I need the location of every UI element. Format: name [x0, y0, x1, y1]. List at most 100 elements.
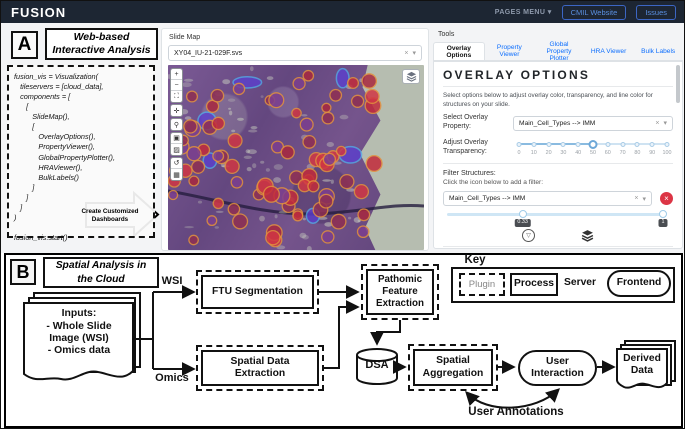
cmil-website-button[interactable]: CMIL Website [562, 5, 627, 20]
range-rail [447, 213, 663, 216]
transparency-handle[interactable] [589, 140, 598, 149]
slider-tick [546, 142, 551, 147]
key-server: Server [559, 276, 601, 291]
tab-overlay-options[interactable]: Overlay Options [433, 42, 485, 60]
pages-menu-dropdown[interactable]: PAGES MENU ▾ [495, 8, 552, 16]
omics-edge-label: Omics [147, 371, 197, 384]
slider-tick [517, 142, 522, 147]
filter-icons-row: ▽ [443, 229, 673, 242]
fusion-logo: FUSION [11, 5, 66, 20]
tab-global-property-plotter[interactable]: Global Property Plotter [534, 42, 584, 60]
pages-menu-label: PAGES MENU [495, 9, 546, 16]
map-layers-button[interactable] [402, 69, 420, 84]
caret-down-icon: ▾ [548, 9, 552, 16]
range-low-value: 0.33 [514, 219, 531, 226]
slider-tick-label: 30 [560, 150, 566, 156]
caret-down-icon[interactable]: ▾ [642, 195, 646, 203]
map-control-button[interactable]: ▦ [171, 169, 182, 180]
filter-structures-label: Filter Structures: [443, 168, 673, 177]
key-frontend: Frontend [607, 270, 671, 297]
overlay-property-label: Select Overlay Property: [443, 114, 513, 132]
slider-tick [620, 142, 625, 147]
panel-b-title: Spatial Analysis in the Cloud [43, 257, 159, 288]
user-annotations-label: User Annotations [436, 404, 596, 419]
slider-tick [665, 142, 670, 147]
slider-tick [650, 142, 655, 147]
scrollbar[interactable] [676, 65, 680, 103]
transparency-active-rail [519, 143, 593, 145]
slide-select-value: XY04_IU-21-029F.svs [174, 50, 404, 57]
inputs-node: Inputs: - Whole Slide Image (WSI) - Omic… [28, 306, 130, 360]
slide-select[interactable]: XY04_IU-21-029F.svs × ▾ [168, 45, 422, 61]
slider-tick [605, 142, 610, 147]
ftu-segmentation-node: FTU Segmentation [201, 275, 314, 309]
panel-a-badge: A [11, 31, 38, 59]
map-controls: +−⛶ ✛ ⚲ ▣▨ ↺▦ [171, 69, 182, 180]
tab-bulk-labels[interactable]: Bulk Labels [633, 42, 683, 60]
overlay-options-description: Select options below to adjust overlay c… [443, 91, 673, 109]
tab-property-viewer[interactable]: Property Viewer [485, 42, 535, 60]
overlay-options-heading: OVERLAY OPTIONS [443, 68, 673, 82]
transparency-slider[interactable]: 0102030405060708090100 [519, 137, 667, 159]
filter-range-slider[interactable]: 0.33 1 [447, 209, 663, 226]
slider-tick-label: 50 [590, 150, 596, 156]
slider-tick [576, 142, 581, 147]
filter-funnel-icon: ▽ [526, 232, 531, 239]
map-control-button[interactable]: ⚲ [171, 119, 182, 130]
slide-map-title: Slide Map [169, 34, 422, 41]
slider-tick-label: 80 [634, 150, 640, 156]
tab-hra-viewer[interactable]: HRA Viewer [584, 42, 634, 60]
slider-tick-label: 20 [546, 150, 552, 156]
clear-icon[interactable]: × [634, 195, 638, 202]
clear-icon[interactable]: × [404, 50, 408, 57]
overlay-options-card: OVERLAY OPTIONS Select options below to … [433, 61, 683, 249]
map-control-button[interactable]: − [171, 80, 182, 91]
filter-property-select[interactable]: Main_Cell_Types --> IMM × ▾ [443, 191, 652, 206]
slider-tick-label: 0 [518, 150, 521, 156]
map-control-button[interactable]: ▨ [171, 144, 182, 155]
slide-map-card: Slide Map XY04_IU-21-029F.svs × ▾ +−⛶ ✛ ⚲ ▣▨… [161, 28, 429, 251]
range-handle-high[interactable] [659, 210, 667, 218]
spatial-aggregation-node: Spatial Aggregation [413, 349, 493, 386]
overlay-property-value: Main_Cell_Types --> IMM [519, 120, 655, 127]
remove-filter-button[interactable]: × [660, 192, 673, 205]
navbar-right: PAGES MENU ▾ CMIL Website Issues [495, 5, 676, 20]
slider-tick-label: 90 [649, 150, 655, 156]
clear-icon[interactable]: × [655, 120, 659, 127]
key-plugin: Plugin [459, 273, 505, 296]
slider-tick-label: 100 [663, 150, 672, 156]
slider-tick [531, 142, 536, 147]
panel-a-title: Web-based Interactive Analysis [45, 28, 158, 60]
slider-tick [561, 142, 566, 147]
caret-down-icon[interactable]: ▾ [412, 49, 416, 57]
tools-panel-title: Tools [438, 31, 454, 38]
range-high-value: 1 [659, 219, 668, 226]
transparency-label: Adjust Overlay Transparency: [443, 139, 513, 157]
add-filter-button[interactable]: ▽ [522, 229, 535, 242]
user-interaction-node: User Interaction [518, 350, 597, 386]
slide-map-viewport[interactable]: +−⛶ ✛ ⚲ ▣▨ ↺▦ [168, 65, 424, 250]
dsa-node: DSA [358, 358, 396, 374]
create-dashboards-arrow-label: Create Customized Dashboards [79, 205, 141, 227]
range-handle-low[interactable] [519, 210, 527, 218]
map-control-button[interactable]: + [171, 69, 182, 80]
derived-data-node: Derived Data [619, 352, 665, 378]
map-control-button[interactable]: ✛ [171, 105, 182, 116]
slider-tick-label: 10 [531, 150, 537, 156]
layers-icon[interactable] [581, 229, 594, 242]
close-icon: × [664, 194, 669, 203]
map-overlay-svg [168, 65, 424, 250]
issues-button[interactable]: Issues [636, 5, 676, 20]
map-control-button[interactable]: ↺ [171, 158, 182, 169]
map-control-button[interactable]: ⛶ [171, 91, 182, 102]
key-label: Key [459, 254, 491, 266]
filter-property-value: Main_Cell_Types --> IMM [449, 195, 634, 202]
overlay-property-select[interactable]: Main_Cell_Types --> IMM × ▾ [513, 116, 673, 131]
spatial-data-extraction-node: Spatial Data Extraction [201, 350, 319, 386]
tools-tab-bar: Overlay OptionsProperty ViewerGlobal Pro… [433, 42, 683, 61]
caret-down-icon[interactable]: ▾ [663, 119, 667, 127]
slider-tick [635, 142, 640, 147]
top-navbar: FUSION PAGES MENU ▾ CMIL Website Issues [1, 1, 684, 23]
map-control-button[interactable]: ▣ [171, 133, 182, 144]
filter-hint: Click the icon below to add a filter: [443, 179, 673, 186]
